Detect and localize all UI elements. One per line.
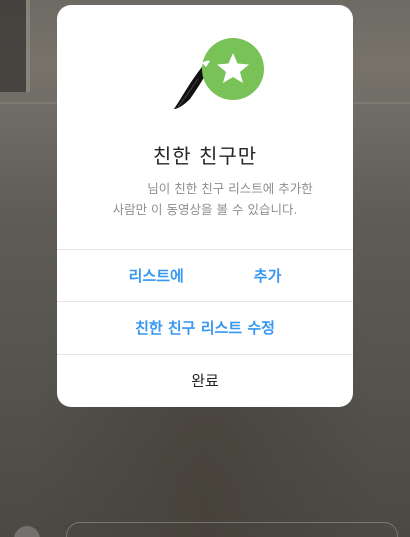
avatar	[14, 526, 40, 537]
star-badge-icon	[174, 38, 264, 109]
edit-close-friends-button[interactable]: 친한 친구 리스트 수정	[57, 301, 353, 353]
close-friends-star-icon	[172, 37, 272, 117]
redacted-username	[97, 183, 148, 196]
description-line-1: 님이 친한 친구 리스트에 추가한	[79, 178, 331, 199]
description-text-1: 님이 친한 친구 리스트에 추가한	[147, 181, 313, 196]
done-button[interactable]: 완료	[57, 354, 353, 406]
add-to-list-button[interactable]: 리스트에 추가	[57, 249, 353, 301]
close-friends-dialog: 친한 친구만 님이 친한 친구 리스트에 추가한 사람만 이 동영상을 볼 수 …	[57, 5, 353, 407]
add-to-list-label-prefix: 리스트에	[128, 267, 184, 285]
background-frame	[0, 0, 30, 92]
dialog-description: 님이 친한 친구 리스트에 추가한 사람만 이 동영상을 볼 수 있습니다.	[79, 178, 331, 220]
add-to-list-label-suffix: 추가	[253, 267, 282, 285]
comment-input[interactable]	[66, 522, 398, 537]
description-line-2: 사람만 이 동영상을 볼 수 있습니다.	[112, 202, 298, 217]
redacted-username	[183, 269, 254, 284]
dialog-title: 친한 친구만	[152, 144, 258, 168]
